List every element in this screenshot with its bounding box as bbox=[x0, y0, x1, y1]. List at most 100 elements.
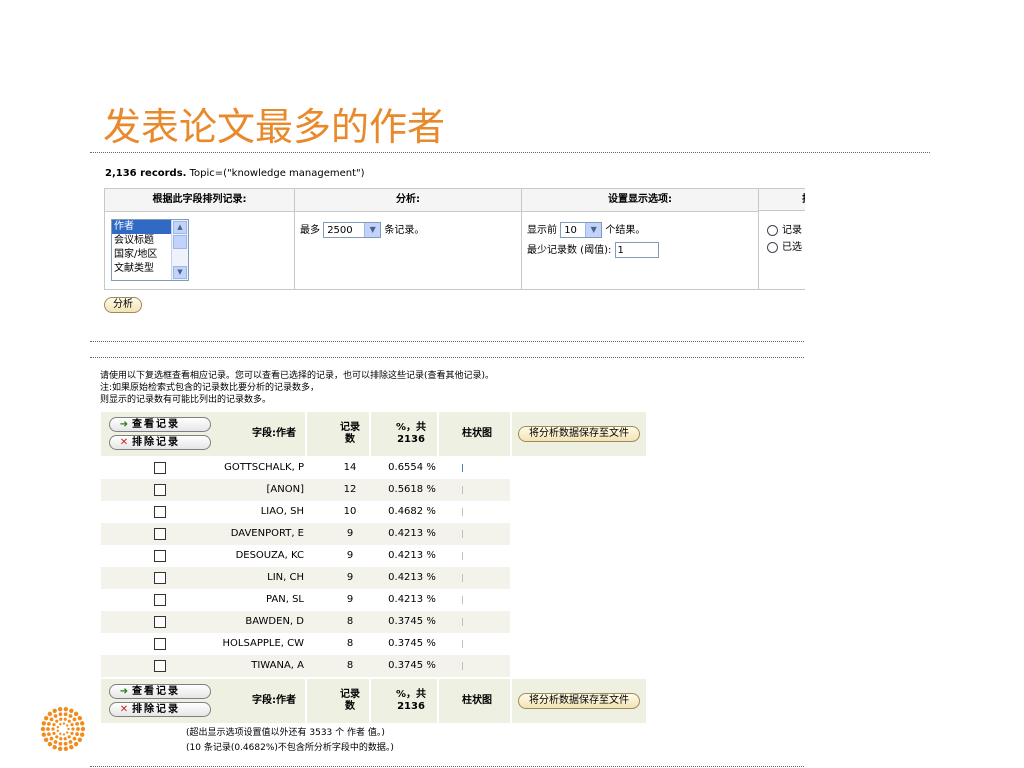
row-checkbox[interactable] bbox=[154, 550, 166, 562]
footnote-line: (超出显示选项设置值以外还有 3533 个 作者 值。) bbox=[186, 728, 385, 738]
exclude-records-label: 排除记录 bbox=[132, 704, 180, 715]
col-bar: 柱状图 bbox=[462, 695, 492, 706]
author-name: [ANON] bbox=[266, 484, 304, 495]
col-percent: %，共 2136 bbox=[388, 412, 434, 456]
row-checkbox[interactable] bbox=[154, 462, 166, 474]
save-analysis-button[interactable]: 将分析数据保存至文件 bbox=[518, 693, 640, 709]
record-summary: 2,136 records. Topic=("knowledge managem… bbox=[105, 168, 365, 179]
exclude-records-button[interactable]: ✕ 排除记录 bbox=[109, 435, 211, 450]
author-name: PAN, SL bbox=[266, 594, 304, 605]
record-count-value: 9 bbox=[346, 528, 354, 539]
bar-mark bbox=[462, 508, 463, 516]
field-cell: 作者 会议标题 国家/地区 文献类型 ▲ ▼ bbox=[105, 212, 295, 289]
record-query: Topic=("knowledge management") bbox=[186, 168, 365, 179]
percent-value: 0.3745 % bbox=[388, 660, 436, 671]
save-analysis-button[interactable]: 将分析数据保存至文件 bbox=[518, 426, 640, 442]
record-count-value: 8 bbox=[346, 638, 354, 649]
view-records-label: 查看记录 bbox=[132, 686, 180, 697]
col-percent: %，共 2136 bbox=[388, 679, 434, 723]
record-count-value: 8 bbox=[346, 660, 354, 671]
sort-option-selected[interactable]: 已选 bbox=[767, 238, 802, 253]
author-name: LIAO, SH bbox=[260, 506, 304, 517]
percent-value: 0.4213 % bbox=[388, 528, 436, 539]
author-name: LIN, CH bbox=[267, 572, 304, 583]
table-row: GOTTSCHALK, P 14 0.6554 % bbox=[101, 457, 510, 479]
listbox-scrollbar[interactable]: ▲ ▼ bbox=[171, 220, 188, 280]
instructions: 请使用以下复选框查看相应记录。您可以查看已选择的记录，也可以排除这些记录(查看其… bbox=[100, 370, 494, 406]
table-row: BAWDEN, D 8 0.3745 % bbox=[101, 611, 510, 633]
display-cell: 显示前 10 ▼ 个结果。 最少记录数 (阈值): 1 bbox=[522, 212, 759, 289]
col-separator bbox=[305, 412, 307, 456]
bar-mark bbox=[462, 618, 463, 626]
scroll-up-icon[interactable]: ▲ bbox=[173, 221, 187, 234]
header-rank-field: 根据此字段排列记录: bbox=[105, 189, 295, 212]
analyze-cell: 最多 2500 ▼ 条记录。 bbox=[295, 212, 522, 289]
col-separator bbox=[437, 412, 439, 456]
table-row: PAN, SL 9 0.4213 % bbox=[101, 589, 510, 611]
record-count-value: 9 bbox=[346, 550, 354, 561]
divider bbox=[90, 341, 804, 342]
bar-mark bbox=[462, 464, 463, 472]
close-icon: ✕ bbox=[119, 704, 129, 715]
row-checkbox[interactable] bbox=[154, 638, 166, 650]
exclude-records-button[interactable]: ✕ 排除记录 bbox=[109, 702, 211, 717]
row-checkbox[interactable] bbox=[154, 528, 166, 540]
col-percent-line: 2136 bbox=[397, 701, 425, 712]
radio-icon[interactable] bbox=[767, 241, 778, 253]
min-threshold-input[interactable]: 1 bbox=[614, 242, 659, 258]
row-checkbox[interactable] bbox=[154, 660, 166, 672]
percent-value: 0.4213 % bbox=[388, 572, 436, 583]
percent-value: 0.5618 % bbox=[388, 484, 436, 495]
col-separator bbox=[369, 679, 371, 723]
footnotes: (超出显示选项设置值以外还有 3533 个 作者 值。) (10 条记录(0.4… bbox=[186, 726, 394, 756]
record-count-value: 10 bbox=[343, 506, 357, 517]
analyze-limit-select[interactable]: 2500 ▼ bbox=[323, 222, 382, 238]
row-checkbox[interactable] bbox=[154, 594, 166, 606]
scroll-thumb[interactable] bbox=[173, 235, 187, 249]
sort-option-label: 记录 bbox=[782, 225, 802, 236]
bar-mark bbox=[462, 574, 463, 582]
radio-icon[interactable] bbox=[767, 224, 778, 236]
show-suffix: 个结果。 bbox=[605, 225, 646, 236]
field-listbox[interactable]: 作者 会议标题 国家/地区 文献类型 ▲ ▼ bbox=[111, 219, 189, 281]
view-records-button[interactable]: ➜ 查看记录 bbox=[109, 417, 211, 432]
table-row: HOLSAPPLE, CW 8 0.3745 % bbox=[101, 633, 510, 655]
bar-mark bbox=[462, 552, 463, 560]
record-count: 2,136 records. bbox=[105, 168, 187, 179]
author-name: GOTTSCHALK, P bbox=[224, 462, 304, 473]
scroll-down-icon[interactable]: ▼ bbox=[173, 266, 187, 279]
row-checkbox[interactable] bbox=[154, 484, 166, 496]
col-bar: 柱状图 bbox=[462, 428, 492, 439]
instruction-line: 请使用以下复选框查看相应记录。您可以查看已选择的记录，也可以排除这些记录(查看其… bbox=[100, 371, 495, 381]
row-checkbox[interactable] bbox=[154, 506, 166, 518]
chevron-down-icon: ▼ bbox=[364, 223, 381, 237]
show-count-select[interactable]: 10 ▼ bbox=[560, 222, 603, 238]
divider bbox=[90, 357, 804, 358]
analyze-prefix: 最多 bbox=[300, 225, 320, 236]
divider bbox=[90, 766, 804, 767]
bar-mark bbox=[462, 640, 463, 648]
percent-value: 0.3745 % bbox=[388, 638, 436, 649]
arrow-right-icon: ➜ bbox=[119, 419, 129, 430]
col-percent-line: %，共 bbox=[395, 689, 427, 700]
instruction-line: 则显示的记录数有可能比列出的记录数多。 bbox=[100, 395, 272, 405]
sort-option-records[interactable]: 记录 bbox=[767, 221, 802, 236]
sort-cell: 记录 已选 bbox=[759, 212, 805, 289]
show-prefix: 显示前 bbox=[527, 225, 557, 236]
col-count-line: 数 bbox=[345, 434, 355, 445]
author-name: DAVENPORT, E bbox=[230, 528, 304, 539]
row-checkbox[interactable] bbox=[154, 616, 166, 628]
footnote-line: (10 条记录(0.4682%)不包含所分析字段中的数据。) bbox=[186, 743, 394, 753]
row-checkbox[interactable] bbox=[154, 572, 166, 584]
results-header-top: ➜ 查看记录 ✕ 排除记录 字段:作者 记录数 %，共 2136 柱状图 将分析数据保… bbox=[101, 412, 646, 456]
analyze-button[interactable]: 分析 bbox=[104, 297, 142, 313]
col-field: 字段:作者 bbox=[252, 428, 296, 439]
field-option[interactable]: 作者 bbox=[112, 220, 172, 234]
percent-value: 0.6554 % bbox=[388, 462, 436, 473]
sort-option-label: 已选 bbox=[782, 242, 802, 253]
thomson-reuters-logo-icon bbox=[40, 707, 86, 751]
table-row: DAVENPORT, E 9 0.4213 % bbox=[101, 523, 510, 545]
header-display-options: 设置显示选项: bbox=[522, 189, 759, 212]
view-records-button[interactable]: ➜ 查看记录 bbox=[109, 684, 211, 699]
author-name: BAWDEN, D bbox=[245, 616, 304, 627]
